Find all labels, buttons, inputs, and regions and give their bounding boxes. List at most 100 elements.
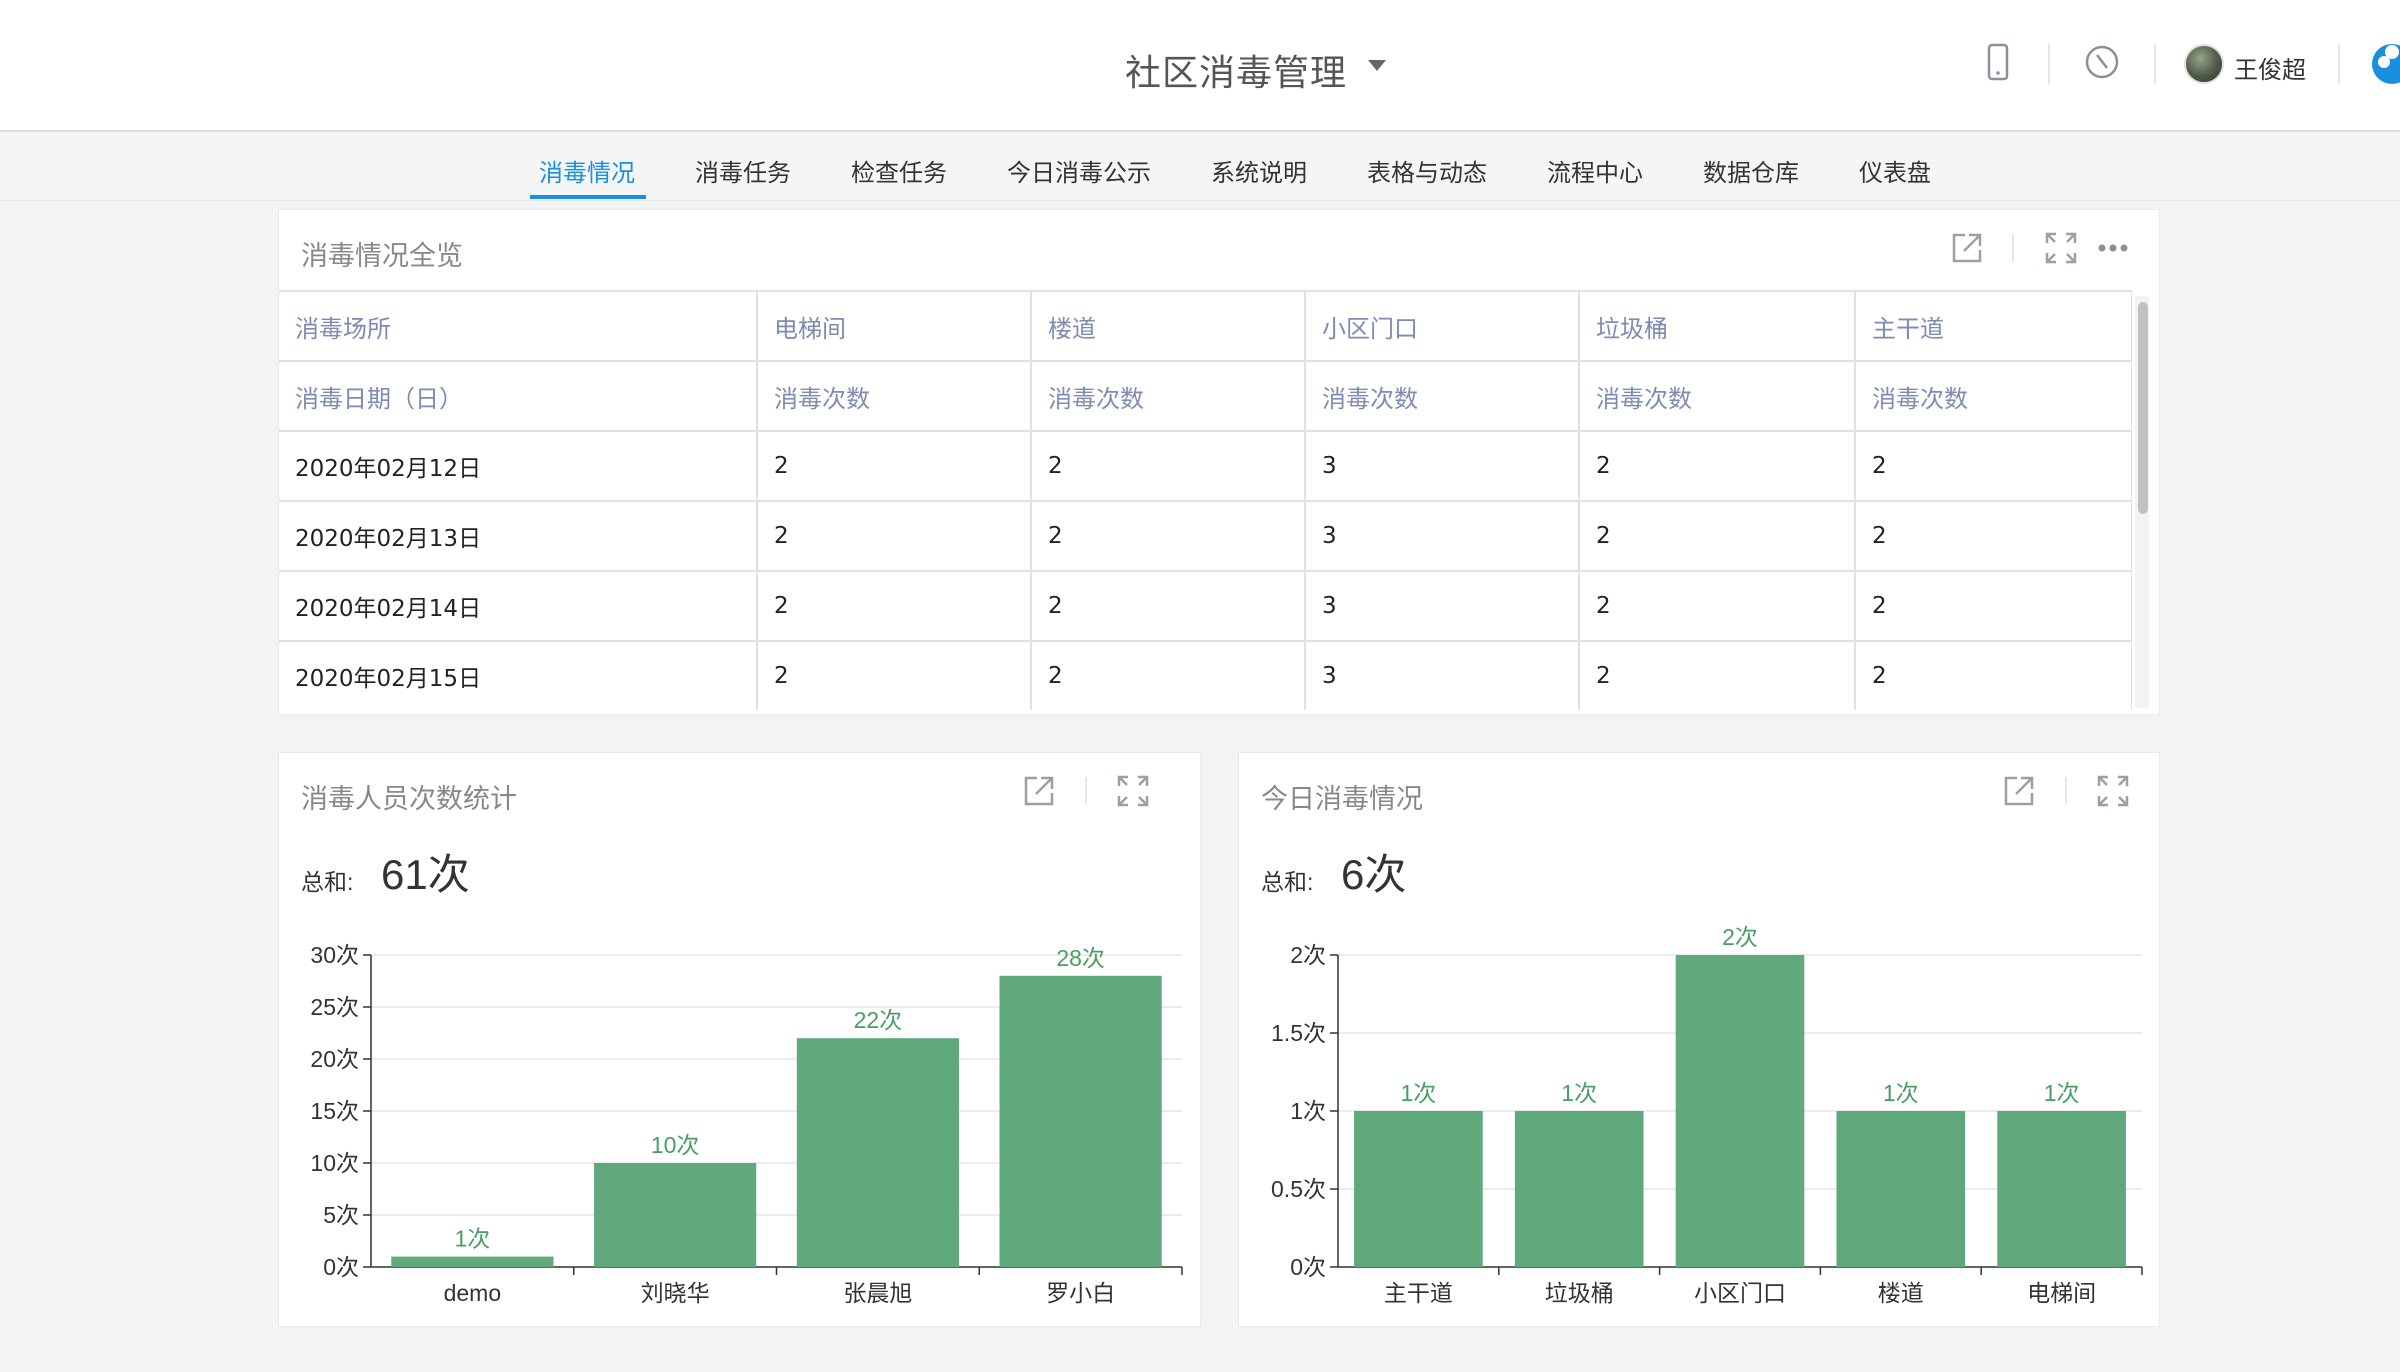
cloud-icon[interactable] (2366, 38, 2400, 93)
x-tick-label: 垃圾桶 (1545, 1280, 1614, 1306)
y-tick-label: 0次 (1290, 1254, 1326, 1280)
table-cell: 2 (1031, 570, 1306, 642)
overview-panel: 消毒情况全览 消毒场所 电梯间 楼道 小区门口 垃圾桶 主干道 消毒日期（日） … (278, 209, 2160, 715)
y-tick-label: 1次 (1290, 1098, 1326, 1124)
bar (1836, 1111, 1966, 1267)
user-name[interactable]: 王俊超 (2234, 50, 2306, 85)
header-cell: 消毒日期（日） (279, 360, 758, 432)
staff-stats-panel: 消毒人员次数统计 总和: 61次 0次 5次 10次 15次 20次 25次 30次 1次 de… (278, 752, 1201, 1327)
x-tick-label: 楼道 (1878, 1280, 1924, 1306)
table-cell: 3 (1305, 430, 1580, 502)
y-tick-label: 0次 (323, 1254, 359, 1280)
data-label: 1次 (1561, 1080, 1597, 1106)
header-cell: 消毒次数 (757, 360, 1032, 432)
overview-table-container[interactable]: 消毒场所 电梯间 楼道 小区门口 垃圾桶 主干道 消毒日期（日） 消毒次数 消毒… (279, 290, 2132, 710)
bar (1997, 1111, 2126, 1267)
compass-icon[interactable] (2080, 40, 2124, 84)
app-title[interactable]: 社区消毒管理 (1125, 44, 1347, 96)
header-divider (2154, 44, 2156, 84)
today-bar-chart: 0次 0.5次 1次 1.5次 2次 1次主干道 1次垃圾桶 2次小区门口 1次楼道 1次电梯间 (1271, 924, 2143, 1306)
table-cell: 2 (1579, 500, 1856, 572)
table-cell: 2 (757, 640, 1032, 710)
table-cell: 2 (1031, 640, 1306, 710)
header-cell: 垃圾桶 (1579, 290, 1856, 362)
open-external-icon[interactable] (1947, 228, 1987, 268)
header-cell: 楼道 (1031, 290, 1306, 362)
table-header-row: 消毒场所 电梯间 楼道 小区门口 垃圾桶 主干道 (279, 290, 2132, 362)
tab-forms-activity[interactable]: 表格与动态 (1367, 153, 1487, 188)
bar (1514, 1111, 1644, 1267)
more-options-icon[interactable] (2093, 228, 2133, 268)
panel-title: 消毒情况全览 (301, 241, 463, 271)
data-label: 1次 (454, 1226, 490, 1252)
x-tick-label: 小区门口 (1694, 1280, 1786, 1306)
header-divider (2048, 44, 2050, 84)
tab-dashboard[interactable]: 仪表盘 (1859, 153, 1931, 188)
y-tick-label: 1.5次 (1271, 1020, 1326, 1046)
table-cell: 2 (1031, 500, 1306, 572)
y-tick-label: 30次 (310, 942, 359, 968)
bar (1675, 955, 1805, 1267)
header-cell: 主干道 (1855, 290, 2132, 362)
y-tick-label: 10次 (310, 1150, 359, 1176)
x-tick-label: 张晨旭 (843, 1280, 912, 1306)
data-label: 10次 (651, 1132, 700, 1158)
table-cell: 2020年02月15日 (279, 640, 758, 710)
data-label: 28次 (1056, 945, 1105, 971)
tab-disinfection-status[interactable]: 消毒情况 (539, 153, 635, 188)
table-cell: 3 (1305, 570, 1580, 642)
staff-bar-chart: 0次 5次 10次 15次 20次 25次 30次 1次 demo 10次刘晓华 22次张晨旭 28次… (310, 942, 1183, 1306)
app-header: 社区消毒管理 王俊超 (0, 0, 2400, 132)
table-cell: 2020年02月13日 (279, 500, 758, 572)
table-cell: 2 (757, 500, 1032, 572)
data-label: 1次 (2044, 1080, 2080, 1106)
tab-disinfection-tasks[interactable]: 消毒任务 (695, 153, 791, 188)
fullscreen-icon[interactable] (2041, 228, 2081, 268)
overview-table: 消毒场所 电梯间 楼道 小区门口 垃圾桶 主干道 消毒日期（日） 消毒次数 消毒… (279, 290, 2132, 710)
table-cell: 3 (1305, 500, 1580, 572)
bar (796, 1038, 959, 1267)
table-cell: 2 (1579, 430, 1856, 502)
header-cell: 小区门口 (1305, 290, 1580, 362)
table-row: 2020年02月13日 2 2 3 2 2 (279, 500, 2132, 572)
table-cell: 2 (1855, 640, 2132, 710)
table-cell: 2 (757, 570, 1032, 642)
tab-inspection-tasks[interactable]: 检查任务 (851, 153, 947, 188)
table-cell: 2 (757, 430, 1032, 502)
table-cell: 2 (1031, 430, 1306, 502)
toolbar-divider (2012, 234, 2014, 262)
y-tick-label: 20次 (310, 1046, 359, 1072)
app-switch-caret-icon[interactable] (1368, 60, 1386, 71)
data-label: 1次 (1401, 1080, 1437, 1106)
avatar[interactable] (2184, 44, 2224, 84)
tab-data-warehouse[interactable]: 数据仓库 (1703, 153, 1799, 188)
tab-system-notes[interactable]: 系统说明 (1211, 153, 1307, 188)
x-tick-label: 罗小白 (1046, 1280, 1115, 1306)
y-tick-label: 2次 (1290, 942, 1326, 968)
header-cell: 电梯间 (757, 290, 1032, 362)
header-cell: 消毒次数 (1855, 360, 2132, 432)
header-divider (2338, 44, 2340, 84)
table-scrollbar-thumb[interactable] (2138, 302, 2148, 514)
y-tick-label: 5次 (323, 1202, 359, 1228)
mobile-icon[interactable] (1976, 40, 2020, 84)
x-tick-label: 刘晓华 (641, 1280, 710, 1306)
bar (1354, 1111, 1483, 1267)
table-cell: 3 (1305, 640, 1580, 710)
table-row: 2020年02月12日 2 2 3 2 2 (279, 430, 2132, 502)
table-cell: 2 (1855, 570, 2132, 642)
data-label: 2次 (1722, 924, 1758, 950)
table-cell: 2 (1855, 430, 2132, 502)
today-stats-panel: 今日消毒情况 总和: 6次 0次 0.5次 1次 1.5次 2次 1次 主干道 1次 垃圾桶 2次… (1238, 752, 2160, 1327)
top-nav: 消毒情况 消毒任务 检查任务 今日消毒公示 系统说明 表格与动态 流程中心 数据… (0, 133, 2400, 201)
table-header-row: 消毒日期（日） 消毒次数 消毒次数 消毒次数 消毒次数 消毒次数 (279, 360, 2132, 432)
header-cell: 消毒次数 (1305, 360, 1580, 432)
bar (391, 1256, 554, 1267)
tab-process-center[interactable]: 流程中心 (1547, 153, 1643, 188)
table-cell: 2020年02月12日 (279, 430, 758, 502)
tab-today-announcement[interactable]: 今日消毒公示 (1007, 153, 1151, 188)
x-tick-label: demo (444, 1280, 502, 1306)
y-tick-label: 15次 (310, 1098, 359, 1124)
table-cell: 2 (1855, 500, 2132, 572)
x-tick-label: 电梯间 (2027, 1280, 2096, 1306)
